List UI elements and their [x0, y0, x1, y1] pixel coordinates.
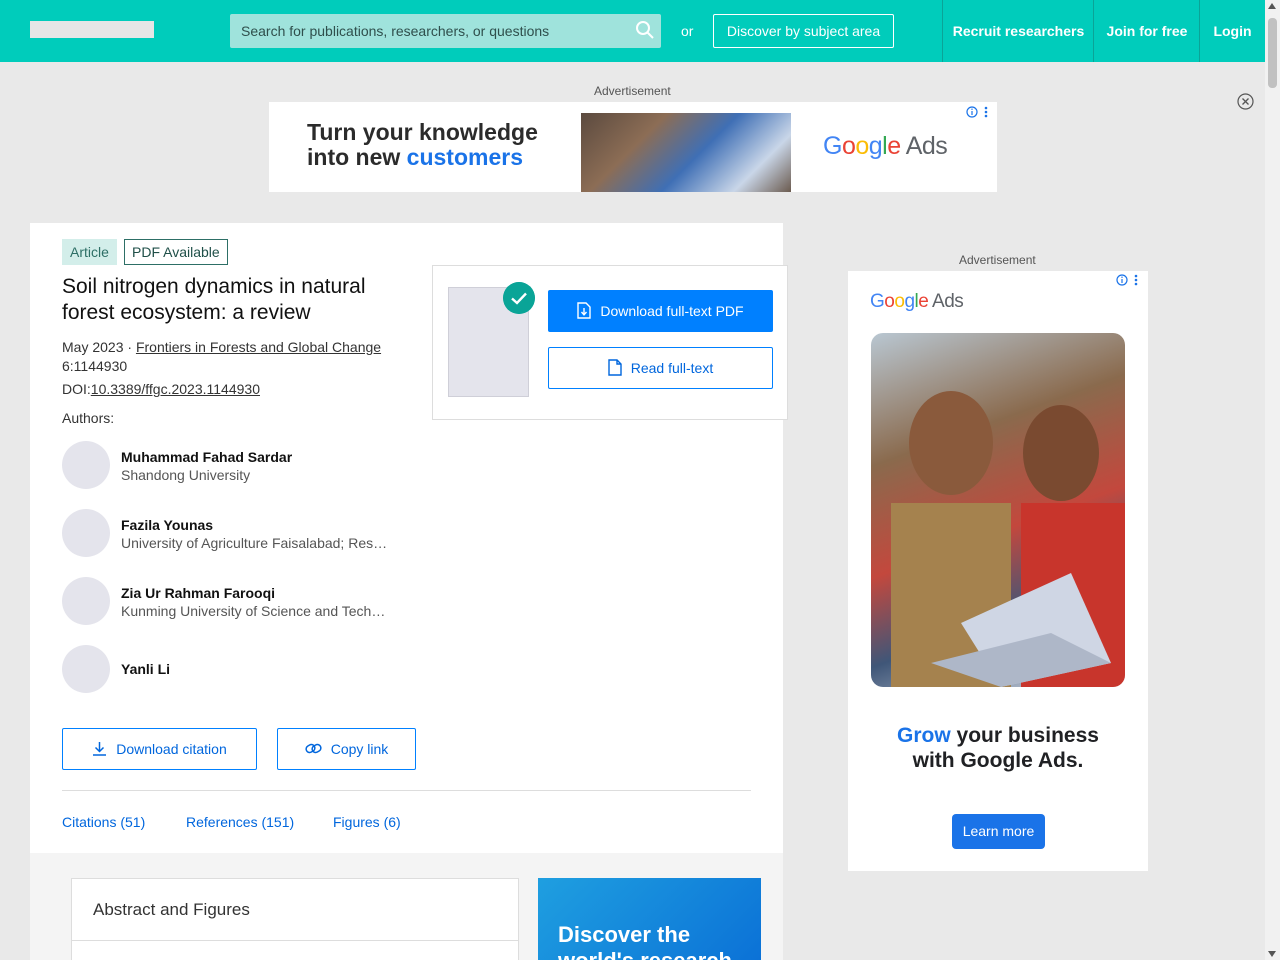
page-scrollbar[interactable]: [1265, 0, 1280, 960]
discover-by-subject-button[interactable]: Discover by subject area: [713, 14, 894, 48]
download-citation-label: Download citation: [116, 741, 227, 757]
side-advertisement-label: Advertisement: [959, 253, 1036, 267]
download-icon: [93, 742, 107, 757]
author-institution: Kunming University of Science and Techno…: [121, 603, 391, 619]
author-item[interactable]: Zia Ur Rahman Farooqi Kunming University…: [62, 577, 402, 625]
recruit-researchers-link[interactable]: Recruit researchers: [942, 0, 1094, 62]
abstract-divider: [72, 940, 518, 941]
discover-research-promo[interactable]: Discover the world's research: [538, 878, 761, 960]
download-full-text-pdf-button[interactable]: Download full-text PDF: [548, 290, 773, 332]
tab-figures[interactable]: Figures (6): [333, 814, 401, 830]
download-citation-button[interactable]: Download citation: [62, 728, 257, 770]
abstract-heading: Abstract and Figures: [93, 900, 250, 919]
side-ad-headline-highlight: Grow: [897, 724, 951, 747]
avatar[interactable]: [62, 509, 110, 557]
learn-more-button[interactable]: Learn more: [952, 814, 1045, 849]
doi-label: DOI:: [62, 381, 91, 397]
side-ad-info-icon[interactable]: [1116, 273, 1140, 287]
side-ad-headline-rest: your business: [950, 724, 1099, 747]
scroll-down-arrow-icon[interactable]: [1268, 951, 1276, 957]
journal-link[interactable]: Frontiers in Forests and Global Change: [136, 339, 381, 355]
search-placeholder: Search for publications, researchers, or…: [241, 23, 550, 39]
side-ad-headline-line2: with Google Ads.: [912, 749, 1084, 772]
meta-separator: ·: [123, 339, 136, 355]
side-ad-photo: [871, 333, 1125, 687]
ad-headline: Turn your knowledge into new customers: [307, 120, 538, 170]
doi: DOI:10.3389/ffgc.2023.1144930: [62, 381, 260, 397]
researchgate-logo[interactable]: [30, 21, 154, 38]
author-name[interactable]: Muhammad Fahad Sardar: [121, 449, 292, 465]
author-institution: Shandong University: [121, 467, 251, 483]
author-item[interactable]: Muhammad Fahad Sardar Shandong Universit…: [62, 441, 402, 489]
checkmark-icon: [503, 282, 535, 314]
author-item[interactable]: Yanli Li: [62, 645, 402, 693]
journal-volume: 6:1144930: [62, 358, 128, 374]
or-separator: or: [681, 23, 694, 39]
download-pdf-label: Download full-text PDF: [600, 303, 744, 319]
author-item[interactable]: Fazila Younas University of Agriculture …: [62, 509, 402, 557]
search-input[interactable]: Search for publications, researchers, or…: [230, 14, 661, 48]
tab-references[interactable]: References (151): [186, 814, 294, 830]
author-name[interactable]: Fazila Younas: [121, 517, 213, 533]
author-institution: University of Agriculture Faisalabad; Re…: [121, 535, 391, 551]
scroll-up-arrow-icon[interactable]: [1268, 3, 1276, 9]
google-ads-logo-side: Google Ads: [870, 291, 964, 312]
google-ads-logo: Google Ads: [823, 132, 948, 160]
author-name[interactable]: Yanli Li: [121, 661, 170, 677]
avatar[interactable]: [62, 577, 110, 625]
avatar[interactable]: [62, 441, 110, 489]
advertisement-label: Advertisement: [594, 84, 671, 98]
discover-promo-text: Discover the world's research: [558, 922, 732, 960]
copy-link-button[interactable]: Copy link: [277, 728, 416, 770]
scroll-thumb[interactable]: [1268, 18, 1277, 88]
pdf-available-badge: PDF Available: [124, 239, 228, 265]
article-type-badge: Article: [62, 239, 117, 265]
link-icon: [305, 744, 322, 754]
publication-meta: May 2023 · Frontiers in Forests and Glob…: [62, 338, 381, 376]
pdf-download-icon: [577, 302, 592, 319]
read-full-text-button[interactable]: Read full-text: [548, 347, 773, 389]
join-for-free-link[interactable]: Join for free: [1093, 0, 1200, 62]
close-ad-icon[interactable]: [1237, 93, 1254, 110]
ad-headline-line2-prefix: into new: [307, 144, 407, 170]
login-link[interactable]: Login: [1199, 0, 1265, 62]
doi-link[interactable]: 10.3389/ffgc.2023.1144930: [91, 381, 260, 397]
top-navigation-bar: Search for publications, researchers, or…: [0, 0, 1265, 62]
read-full-text-label: Read full-text: [630, 360, 714, 376]
copy-link-label: Copy link: [330, 741, 389, 757]
laptop-illustration: [891, 391, 1125, 687]
author-name[interactable]: Zia Ur Rahman Farooqi: [121, 585, 275, 601]
ad-info-icon[interactable]: [966, 105, 990, 119]
fulltext-panel: Download full-text PDF Read full-text: [432, 265, 788, 420]
article-card: Article PDF Available Soil nitrogen dyna…: [30, 223, 788, 960]
top-banner-ad[interactable]: Turn your knowledge into new customers G…: [269, 102, 997, 192]
ad-headline-line1: Turn your knowledge: [307, 119, 538, 145]
document-icon: [608, 359, 622, 376]
side-banner-ad[interactable]: Google Ads Grow your business with Googl…: [848, 271, 1148, 871]
section-divider: [62, 790, 751, 791]
search-icon[interactable]: [635, 20, 655, 40]
article-title: Soil nitrogen dynamics in natural forest…: [62, 275, 366, 324]
authors-heading: Authors:: [62, 410, 115, 426]
ad-headline-highlight: customers: [406, 144, 523, 170]
ad-photo: [581, 113, 791, 192]
abstract-section: Abstract and Figures: [71, 878, 519, 960]
publication-date: May 2023: [62, 339, 124, 355]
tab-citations[interactable]: Citations (51): [62, 814, 145, 830]
side-ad-headline: Grow your business with Google Ads.: [848, 723, 1148, 773]
avatar[interactable]: [62, 645, 110, 693]
